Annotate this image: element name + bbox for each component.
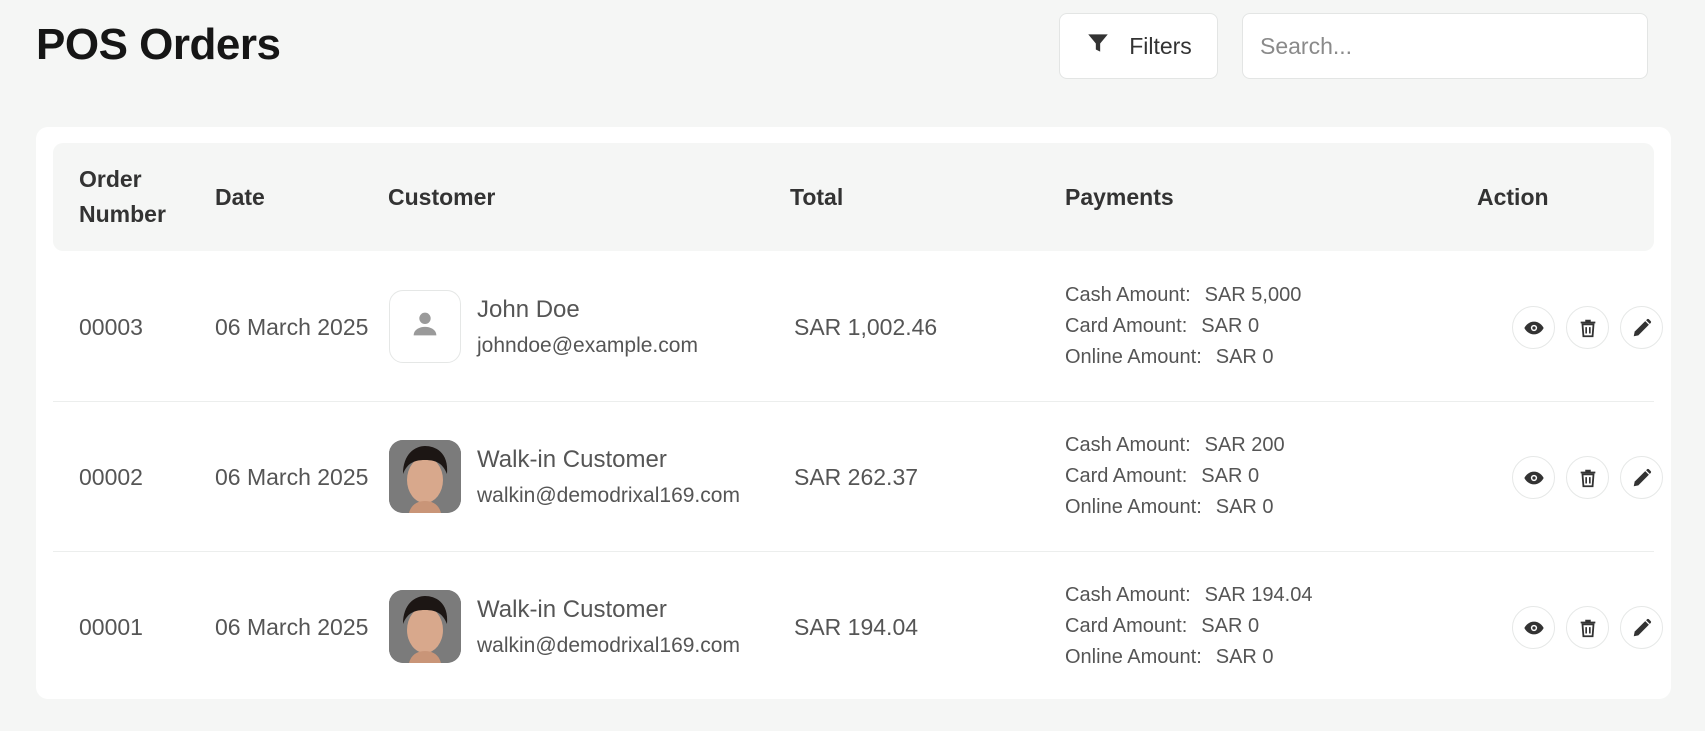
row-actions	[1512, 456, 1663, 499]
search-input[interactable]	[1242, 13, 1648, 79]
trash-icon	[1580, 619, 1595, 637]
table-row: 00001 06 March 2025 Walk-in Customer wal…	[53, 552, 1663, 702]
payments-breakdown: Cash Amount: SAR 5,000 Card Amount: SAR 0 …	[1065, 284, 1302, 368]
edit-button[interactable]	[1620, 456, 1663, 499]
eye-icon	[1523, 321, 1544, 334]
row-actions	[1512, 606, 1663, 649]
filters-label: Filters	[1129, 32, 1192, 59]
eye-icon	[1523, 471, 1544, 484]
orders-table: Order Number Date Customer Total Payments…	[36, 127, 1671, 699]
order-total: SAR 1,002.46	[794, 313, 938, 340]
view-button[interactable]	[1512, 456, 1555, 499]
table-header: Order Number Date Customer Total Payments…	[53, 143, 1654, 251]
customer-name: John Doe	[477, 296, 580, 323]
edit-button[interactable]	[1620, 606, 1663, 649]
pencil-icon	[1633, 618, 1651, 636]
delete-button[interactable]	[1566, 306, 1609, 349]
order-total: SAR 262.37	[794, 463, 919, 490]
customer-name: Walk-in Customer	[477, 446, 667, 473]
header-payments: Payments	[1065, 183, 1174, 210]
pencil-icon	[1633, 318, 1651, 336]
header-action: Action	[1477, 183, 1549, 210]
order-number: 00002	[79, 463, 143, 490]
order-total: SAR 194.04	[794, 613, 919, 640]
filters-button[interactable]: Filters	[1059, 13, 1218, 79]
payments-breakdown: Cash Amount: SAR 200 Card Amount: SAR 0 On…	[1065, 434, 1285, 518]
customer-email: johndoe@example.com	[477, 334, 698, 357]
avatar	[389, 590, 461, 663]
payments-breakdown: Cash Amount: SAR 194.04 Card Amount: SAR 0…	[1065, 584, 1313, 668]
header-date: Date	[215, 183, 265, 210]
table-row: 00003 06 March 2025 John Doe johndoe@exa…	[53, 252, 1663, 402]
view-button[interactable]	[1512, 306, 1555, 349]
header-order-number: Order Number	[79, 166, 166, 227]
pencil-icon	[1633, 468, 1651, 486]
header-total: Total	[790, 183, 844, 210]
order-date: 06 March 2025	[215, 313, 369, 340]
view-button[interactable]	[1512, 606, 1555, 649]
trash-icon	[1580, 469, 1595, 487]
row-actions	[1512, 306, 1663, 349]
order-number: 00003	[79, 313, 143, 340]
customer-email: walkin@demodrixal169.com	[477, 484, 740, 507]
user-icon	[408, 307, 442, 346]
page-title: POS Orders	[36, 20, 281, 69]
avatar	[389, 440, 461, 513]
delete-button[interactable]	[1566, 456, 1609, 499]
customer-name: Walk-in Customer	[477, 596, 667, 623]
order-number: 00001	[79, 613, 143, 640]
customer-email: walkin@demodrixal169.com	[477, 634, 740, 657]
filter-icon	[1085, 30, 1111, 62]
order-date: 06 March 2025	[215, 613, 369, 640]
delete-button[interactable]	[1566, 606, 1609, 649]
header-customer: Customer	[388, 183, 496, 210]
edit-button[interactable]	[1620, 306, 1663, 349]
table-row: 00002 06 March 2025 Walk-in Customer wal…	[53, 402, 1663, 552]
order-date: 06 March 2025	[215, 463, 369, 490]
eye-icon	[1523, 621, 1544, 634]
trash-icon	[1580, 319, 1595, 337]
avatar	[389, 290, 461, 363]
